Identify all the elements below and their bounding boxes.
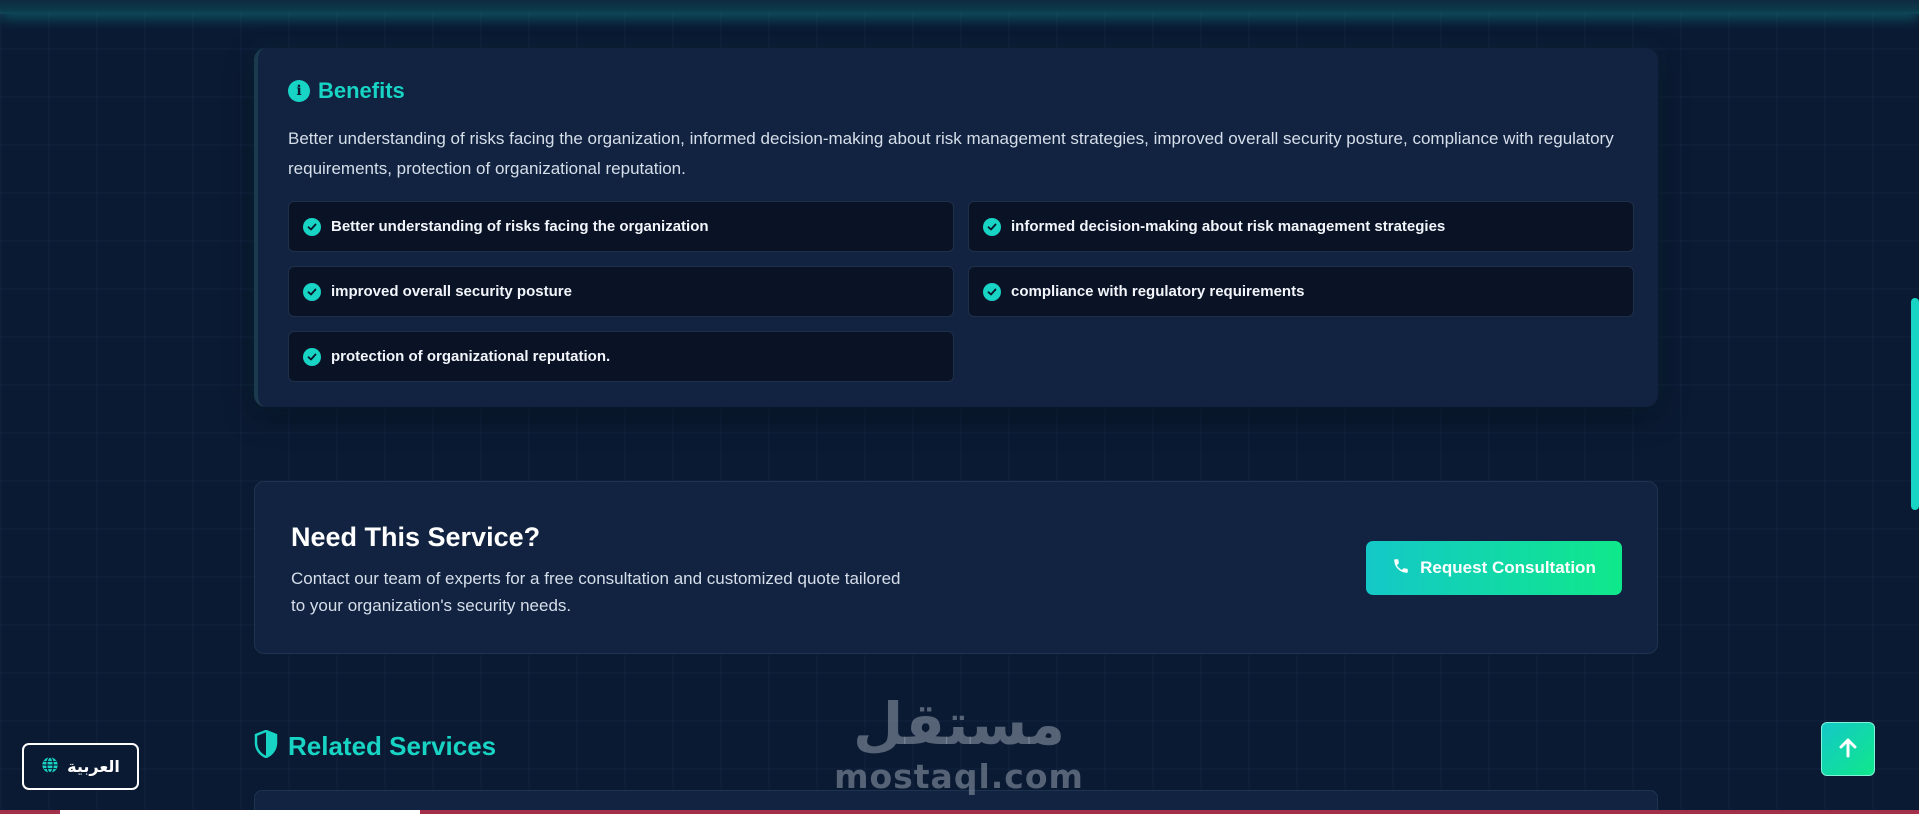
benefits-description: Better understanding of risks facing the… [288,129,1614,178]
benefits-title: Benefits [318,78,405,103]
phone-icon [1392,557,1410,580]
watermark-latin: mostaql.com [834,757,1084,796]
bottom-bar-highlight [60,810,420,814]
benefits-card: i Benefits Better understanding of risks… [254,48,1658,407]
globe-icon [41,756,59,778]
cta-description: Contact our team of experts for a free c… [291,569,901,615]
benefit-item: protection of organizational reputation. [288,331,954,382]
scroll-to-top-button[interactable] [1821,722,1875,776]
watermark-arabic: مستقل [852,690,1066,758]
language-switch-button[interactable]: العربية [22,743,139,790]
request-consultation-label: Request Consultation [1420,558,1596,577]
benefit-item: Better understanding of risks facing the… [288,201,954,252]
benefit-label: protection of organizational reputation. [331,348,611,365]
cta-card: Need This Service? Contact our team of e… [254,481,1658,654]
shield-icon [254,729,278,763]
mostaql-watermark: مستقل mostaql.com [834,690,1083,800]
arrow-up-icon [1837,737,1859,762]
related-services-title: Related Services [288,731,497,761]
info-icon: i [288,80,310,102]
related-services-heading: Related Services [254,729,497,763]
check-circle-icon [303,217,321,236]
check-circle-icon [303,282,321,301]
request-consultation-button[interactable]: Request Consultation [1366,541,1622,595]
check-circle-icon [983,217,1001,236]
benefits-heading: i Benefits [288,78,405,104]
cta-title: Need This Service? [291,522,541,552]
benefit-label: Better understanding of risks facing the… [331,218,709,235]
check-circle-icon [303,347,321,366]
check-circle-icon [983,282,1001,301]
scrollbar-thumb[interactable] [1911,298,1919,510]
benefit-item: improved overall security posture [288,266,954,317]
header-bottom-edge [0,0,1919,14]
language-switch-label: العربية [67,757,120,776]
benefit-label: compliance with regulatory requirements [1011,283,1305,300]
benefit-label: improved overall security posture [331,283,572,300]
benefit-item: informed decision-making about risk mana… [968,201,1634,252]
benefit-item: compliance with regulatory requirements [968,266,1634,317]
benefit-label: informed decision-making about risk mana… [1011,218,1446,235]
